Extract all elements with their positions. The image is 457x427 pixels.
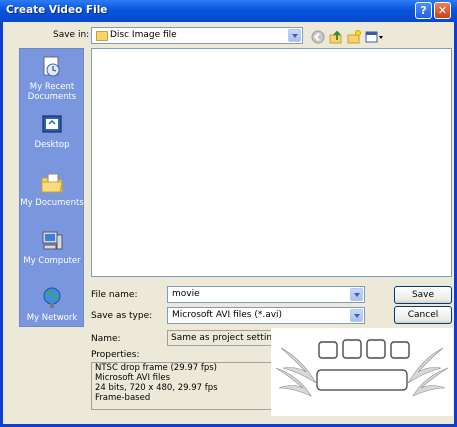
- my-documents-icon: [41, 173, 63, 193]
- chevron-down-icon[interactable]: [288, 29, 301, 42]
- file-name-label: File name:: [91, 290, 138, 300]
- place-label: My Network: [26, 313, 78, 323]
- save-as-type-select[interactable]: Microsoft AVI files (*.avi): [167, 307, 365, 324]
- watermark-logo: [271, 328, 453, 416]
- my-computer-icon: [42, 231, 63, 250]
- property-line: Frame-based: [95, 393, 151, 403]
- place-label: Desktop: [34, 140, 70, 150]
- property-line: 24 bits, 720 x 480, 29.97 fps: [95, 383, 218, 393]
- place-label: My Documents: [20, 198, 84, 208]
- back-icon[interactable]: [311, 30, 325, 44]
- name-label: Name:: [91, 334, 121, 344]
- dialog-title: Create Video File: [6, 4, 108, 16]
- save-button[interactable]: Save: [394, 286, 452, 304]
- place-my-network[interactable]: My Network: [20, 286, 84, 323]
- place-desktop[interactable]: Desktop: [20, 113, 84, 150]
- new-folder-icon[interactable]: [347, 30, 361, 44]
- save-in-combo[interactable]: Disc Image file: [91, 27, 303, 44]
- name-value: Same as project settings: [171, 333, 283, 343]
- create-video-file-dialog: Create Video File ? ✕ Save in: Disc Imag…: [0, 0, 457, 427]
- up-folder-icon[interactable]: [329, 30, 343, 44]
- recent-documents-icon: [43, 56, 60, 77]
- cancel-button[interactable]: Cancel: [394, 306, 452, 324]
- view-menu-icon[interactable]: [365, 30, 385, 44]
- property-line: Microsoft AVI files: [95, 373, 171, 383]
- place-my-computer[interactable]: My Computer: [20, 229, 84, 266]
- save-as-type-label: Save as type:: [91, 311, 153, 321]
- title-bar: Create Video File ? ✕: [0, 0, 457, 22]
- close-button[interactable]: ✕: [434, 2, 451, 19]
- place-my-documents[interactable]: My Documents: [20, 171, 84, 208]
- save-in-value: Disc Image file: [110, 30, 177, 40]
- name-field: Same as project settings: [167, 330, 283, 346]
- file-name-value: movie: [172, 289, 200, 299]
- place-label: Documents: [27, 92, 77, 102]
- property-line: NTSC drop frame (29.97 fps): [95, 363, 217, 373]
- chevron-down-icon[interactable]: [350, 309, 363, 322]
- save-as-type-value: Microsoft AVI files (*.avi): [172, 310, 283, 320]
- place-label: My Computer: [23, 256, 81, 266]
- chevron-down-icon[interactable]: [350, 288, 363, 301]
- folder-icon: [96, 31, 108, 41]
- save-in-label: Save in:: [53, 30, 90, 40]
- help-button[interactable]: ?: [415, 2, 432, 19]
- properties-label: Properties:: [91, 350, 140, 360]
- desktop-icon: [42, 115, 62, 133]
- properties-box: NTSC drop frame (29.97 fps) Microsoft AV…: [91, 362, 281, 410]
- places-bar: My Recent Documents Desktop My Documents: [19, 48, 84, 327]
- place-my-recent-documents[interactable]: My Recent Documents: [20, 55, 84, 102]
- place-label: My Recent: [29, 82, 75, 92]
- file-name-input[interactable]: movie: [167, 286, 365, 303]
- my-network-icon: [43, 287, 61, 308]
- file-list[interactable]: [91, 48, 452, 277]
